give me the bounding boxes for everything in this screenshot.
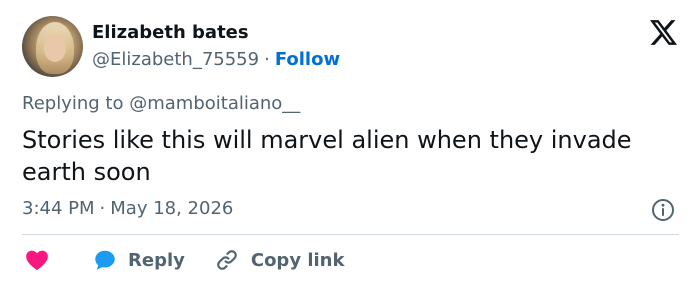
timestamp-separator: · [99, 198, 106, 219]
author-handle[interactable]: @Elizabeth_75559 [92, 49, 259, 70]
info-icon[interactable] [651, 198, 675, 222]
tweet-date: May 18, 2026 [110, 198, 234, 219]
tweet-card: Elizabeth bates @Elizabeth_75559 · Follow … [0, 0, 700, 287]
reply-bubble-icon [95, 250, 115, 270]
reply-button[interactable]: Reply [92, 247, 185, 273]
author-handle-row: @Elizabeth_75559 · Follow [92, 49, 340, 70]
replying-mention[interactable]: @mamboitaliano__ [129, 93, 300, 114]
replying-to: Replying to @mamboitaliano__ [22, 93, 300, 114]
divider [22, 234, 679, 235]
reply-label: Reply [128, 249, 185, 271]
copy-link-label: Copy link [250, 249, 345, 271]
action-bar: Reply Copy link [22, 247, 344, 273]
separator-dot: · [264, 49, 270, 70]
tweet-time: 3:44 PM [22, 198, 95, 219]
heart-icon[interactable] [24, 247, 50, 273]
follow-button[interactable]: Follow [275, 49, 340, 70]
timestamp[interactable]: 3:44 PM · May 18, 2026 [22, 198, 233, 219]
avatar-face [44, 34, 66, 62]
copy-link-button[interactable]: Copy link [215, 248, 345, 272]
x-logo-icon[interactable] [650, 20, 677, 45]
tweet-text: Stories like this will marvel alien when… [22, 126, 632, 186]
avatar[interactable] [22, 16, 83, 77]
link-icon [217, 250, 237, 270]
replying-prefix: Replying to [22, 93, 124, 114]
author-name[interactable]: Elizabeth bates [92, 22, 249, 43]
